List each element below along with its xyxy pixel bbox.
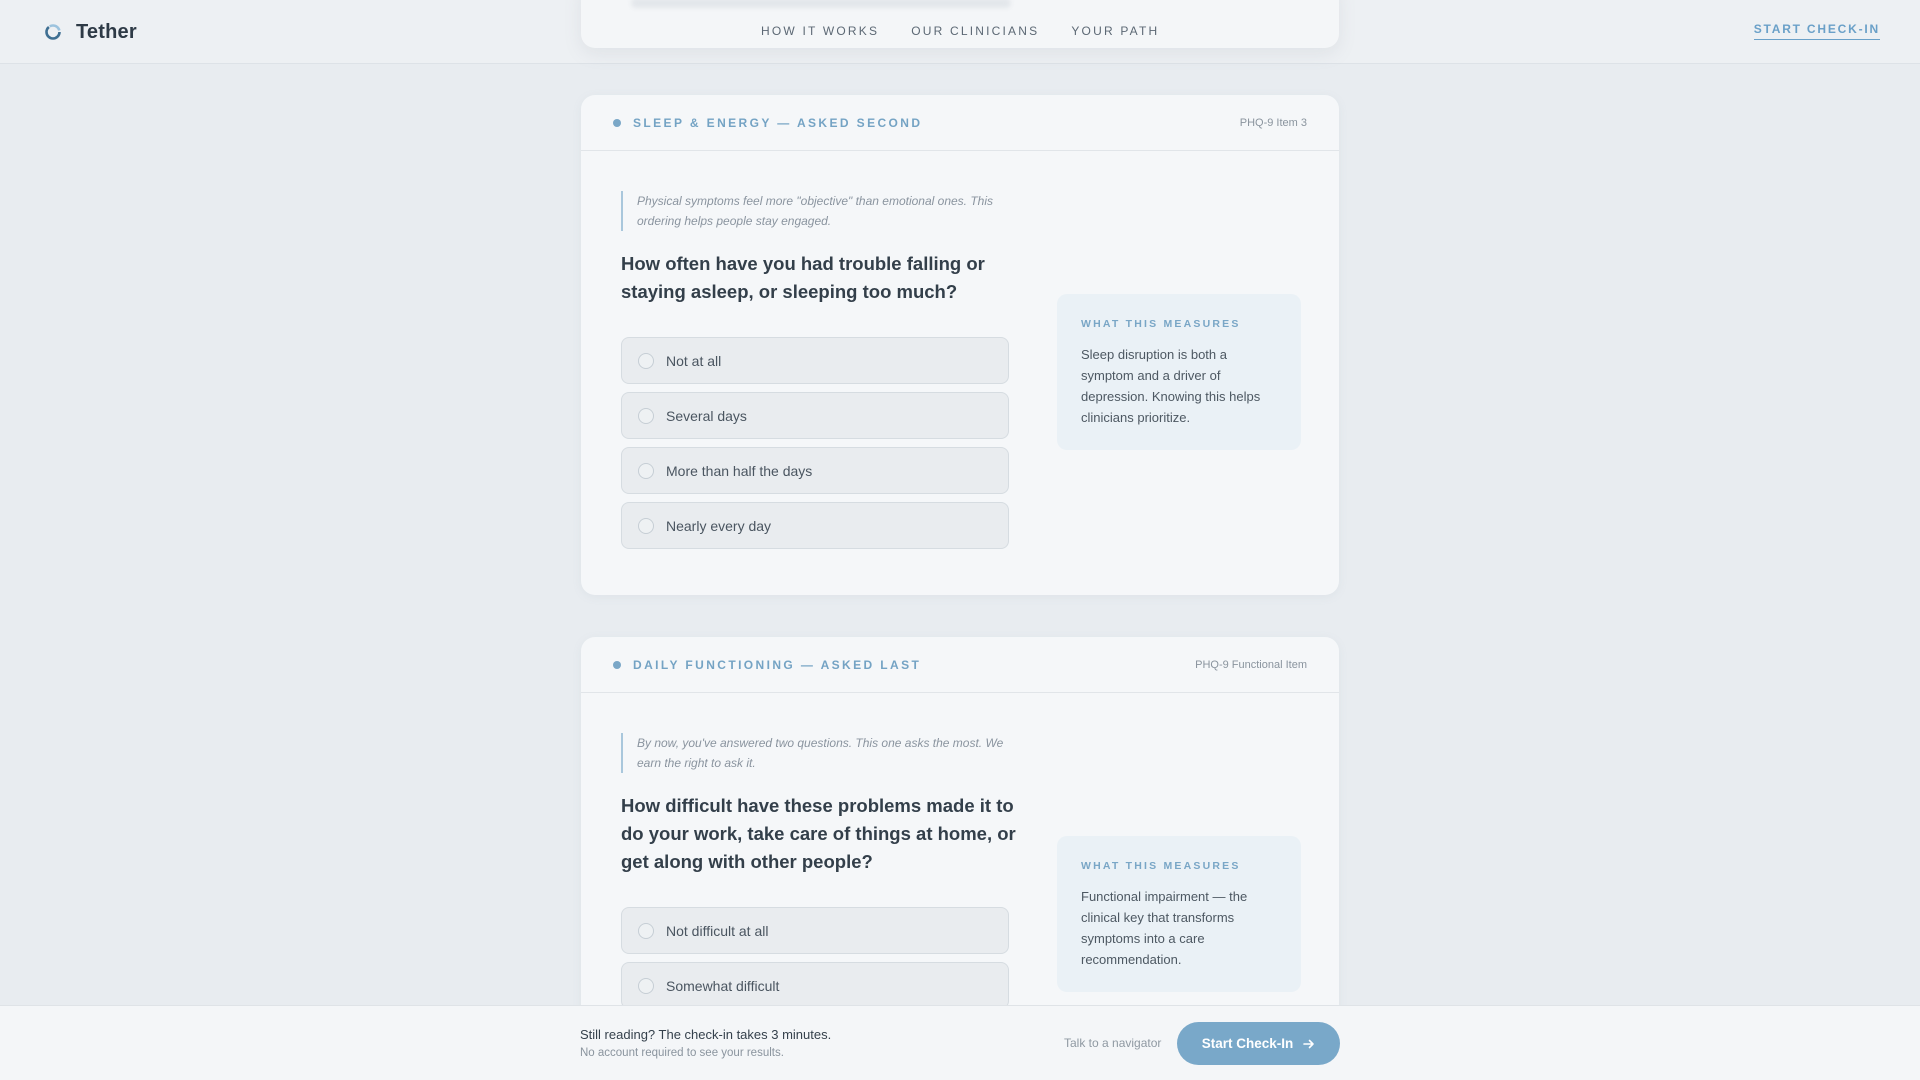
radio-icon	[638, 517, 654, 534]
radio-icon	[638, 407, 654, 424]
top-navigation-bar: Tether HOW IT WORKS OUR CLINICIANS YOUR …	[0, 0, 1920, 64]
previous-card-blur	[631, 0, 1011, 8]
section-dot-icon	[613, 660, 621, 669]
brand-logo[interactable]: Tether	[44, 19, 137, 45]
option-label: Several days	[666, 407, 747, 424]
what-this-measures-panel: WHAT THIS MEASURES Functional impairment…	[1057, 836, 1301, 992]
start-check-in-link[interactable]: START CHECK-IN	[1753, 22, 1880, 40]
item-reference: PHQ-9 Item 3	[1239, 116, 1307, 129]
section-label: DAILY FUNCTIONING — ASKED LAST	[633, 657, 922, 672]
nav-our-clinicians[interactable]: OUR CLINICIANS	[911, 24, 1039, 38]
card-header: SLEEP & ENERGY — ASKED SECOND PHQ-9 Item…	[581, 95, 1339, 151]
radio-icon	[638, 462, 654, 479]
tether-logo-icon	[45, 24, 61, 40]
nav-your-path[interactable]: YOUR PATH	[1071, 24, 1159, 38]
question-text: How difficult have these problems made i…	[621, 795, 1016, 872]
option-label: Somewhat difficult	[666, 977, 780, 994]
radio-icon	[638, 922, 654, 939]
item-reference: PHQ-9 Functional Item	[1195, 658, 1307, 671]
brand-name: Tether	[76, 20, 137, 43]
option-label: More than half the days	[666, 462, 813, 479]
section-dot-icon	[613, 118, 621, 127]
option-several-days[interactable]: Several days	[621, 392, 1009, 439]
option-label: Nearly every day	[666, 517, 772, 534]
option-not-at-all[interactable]: Not at all	[621, 337, 1009, 384]
nav-how-it-works[interactable]: HOW IT WORKS	[761, 24, 879, 38]
check-in-prompt: Still reading? The check-in takes 3 minu…	[580, 1027, 831, 1059]
measure-text: Sleep disruption is both a symptom and a…	[1081, 347, 1261, 425]
talk-to-navigator-link[interactable]: Talk to a navigator	[1064, 1036, 1161, 1050]
no-account-text: No account required to see your results.	[580, 1047, 784, 1059]
question-card-sleep: SLEEP & ENERGY — ASKED SECOND PHQ-9 Item…	[581, 95, 1339, 595]
answer-options: Not difficult at all Somewhat difficult	[621, 907, 1009, 1017]
option-somewhat-difficult[interactable]: Somewhat difficult	[621, 962, 1009, 1009]
card-header: DAILY FUNCTIONING — ASKED LAST PHQ-9 Fun…	[581, 637, 1339, 693]
measure-title: WHAT THIS MEASURES	[1081, 318, 1241, 330]
radio-icon	[638, 977, 654, 994]
answer-options: Not at all Several days More than half t…	[621, 337, 1009, 557]
option-label: Not at all	[666, 352, 722, 369]
ordering-note: By now, you've answered two questions. T…	[621, 733, 1011, 773]
start-check-in-button[interactable]: Start Check-In	[1177, 1022, 1340, 1065]
question-card-functioning: DAILY FUNCTIONING — ASKED LAST PHQ-9 Fun…	[581, 637, 1339, 1057]
measure-text: Functional impairment — the clinical key…	[1081, 889, 1248, 967]
main-nav: HOW IT WORKS OUR CLINICIANS YOUR PATH	[761, 24, 1159, 38]
question-text: How often have you had trouble falling o…	[621, 253, 985, 302]
sticky-check-in-bar: Still reading? The check-in takes 3 minu…	[0, 1005, 1920, 1080]
option-more-than-half[interactable]: More than half the days	[621, 447, 1009, 494]
option-nearly-every-day[interactable]: Nearly every day	[621, 502, 1009, 549]
what-this-measures-panel: WHAT THIS MEASURES Sleep disruption is b…	[1057, 294, 1301, 450]
check-in-duration-text: Still reading? The check-in takes 3 minu…	[580, 1027, 832, 1042]
option-label: Not difficult at all	[666, 922, 769, 939]
section-label: SLEEP & ENERGY — ASKED SECOND	[633, 115, 923, 130]
option-not-difficult[interactable]: Not difficult at all	[621, 907, 1009, 954]
arrow-right-icon	[1303, 1039, 1315, 1048]
ordering-note: Physical symptoms feel more "objective" …	[621, 191, 1011, 231]
start-check-in-label: Start Check-In	[1201, 1036, 1294, 1051]
measure-title: WHAT THIS MEASURES	[1081, 860, 1241, 872]
radio-icon	[638, 352, 654, 369]
